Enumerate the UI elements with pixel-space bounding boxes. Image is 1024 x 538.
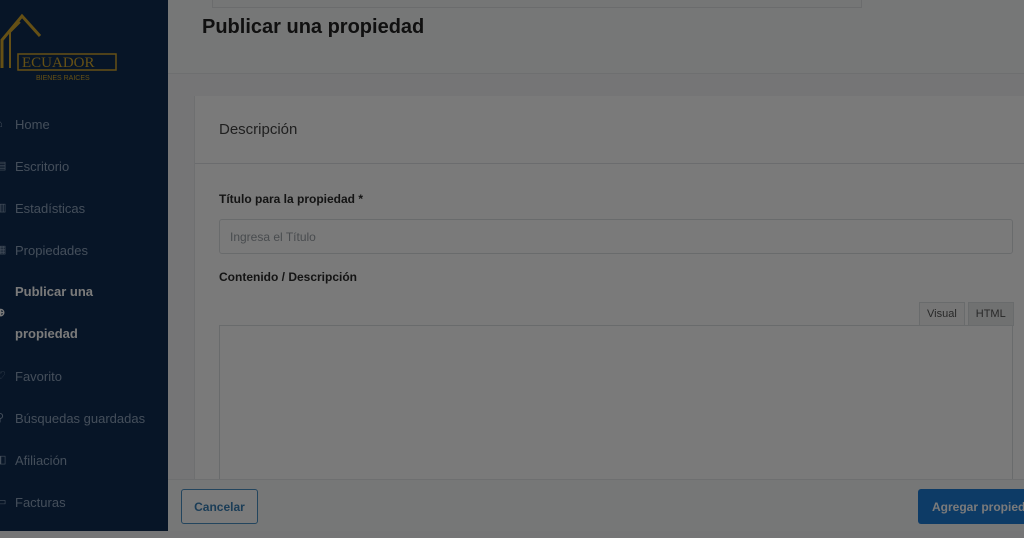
home-icon: ⌂ [0,118,6,130]
heart-icon: ♡ [0,370,6,382]
sidebar-item-escritorio[interactable]: ▤ Escritorio [0,145,168,187]
house-logo-icon: ECUADOR BIENES RAICES [0,13,117,82]
top-search-strip[interactable] [212,0,862,8]
sidebar-item-facturas[interactable]: ▭ Facturas [0,481,168,523]
logo-subtext: BIENES RAICES [36,75,90,82]
membership-icon: ◧ [0,454,7,466]
content-field-label: Contenido / Descripción [219,270,358,284]
sidebar-item-afiliacion[interactable]: ◧ Afiliación [0,439,168,481]
sidebar-item-favorito[interactable]: ♡ Favorito [0,355,168,397]
card-header: Descripción [195,96,1024,164]
brand-logo[interactable]: ECUADOR BIENES RAICES [0,10,120,82]
form-footer: Cancelar Agregar propiedad [168,479,1024,531]
page-title: Publicar una propiedad [202,16,425,38]
dashboard-icon: ▤ [0,160,7,172]
sidebar-item-home[interactable]: ⌂ Home [0,103,168,145]
tab-html[interactable]: HTML [967,302,1014,326]
section-title: Descripción [219,121,298,138]
sidebar-item-label: Publicar una propiedad [15,271,93,355]
sidebar-item-label: Afiliación [15,452,68,468]
cancel-button[interactable]: Cancelar [181,489,258,524]
tab-visual[interactable]: Visual [919,302,965,326]
sidebar-item-propiedades[interactable]: ▦ Propiedades [0,229,168,271]
sidebar-item-label-line1: Publicar una [15,284,94,299]
page-header: Publicar una propiedad [168,0,1024,74]
title-field-label: Título para la propiedad * [219,192,364,206]
sidebar-item-label: Home [15,116,50,132]
description-editor[interactable] [219,325,1013,485]
sidebar-item-label-line2: propiedad [15,326,78,341]
add-property-button[interactable]: Agregar propiedad [918,489,1024,524]
stats-icon: ▥ [0,202,7,214]
sidebar-item-label: Facturas [15,494,66,510]
logo-text: ECUADOR [22,55,95,71]
sidebar-item-label: Escritorio [15,158,70,174]
sidebar-item-publicar-propiedad[interactable]: ⊕ Publicar una propiedad [0,271,168,355]
search-icon: ⚲ [0,412,5,424]
sidebar-item-label: Estadísticas [15,200,86,216]
properties-icon: ▦ [0,244,7,256]
sidebar-item-label: Favorito [15,368,62,384]
plus-circle-icon: ⊕ [0,307,6,319]
invoice-icon: ▭ [0,496,7,508]
sidebar: ECUADOR BIENES RAICES ⌂ Home ▤ Escritori… [0,0,168,531]
sidebar-item-estadisticas[interactable]: ▥ Estadísticas [0,187,168,229]
sidebar-item-busquedas-guardadas[interactable]: ⚲ Búsquedas guardadas [0,397,168,439]
description-card: Descripción Título para la propiedad * C… [194,96,1024,485]
app-page: ECUADOR BIENES RAICES ⌂ Home ▤ Escritori… [0,0,1024,538]
property-title-input[interactable] [219,219,1013,254]
sidebar-nav: ⌂ Home ▤ Escritorio ▥ Estadísticas ▦ Pro… [0,103,168,523]
sidebar-item-label: Búsquedas guardadas [15,410,146,426]
editor-tabs: Visual HTML [919,302,1014,326]
sidebar-item-label: Propiedades [15,242,88,258]
